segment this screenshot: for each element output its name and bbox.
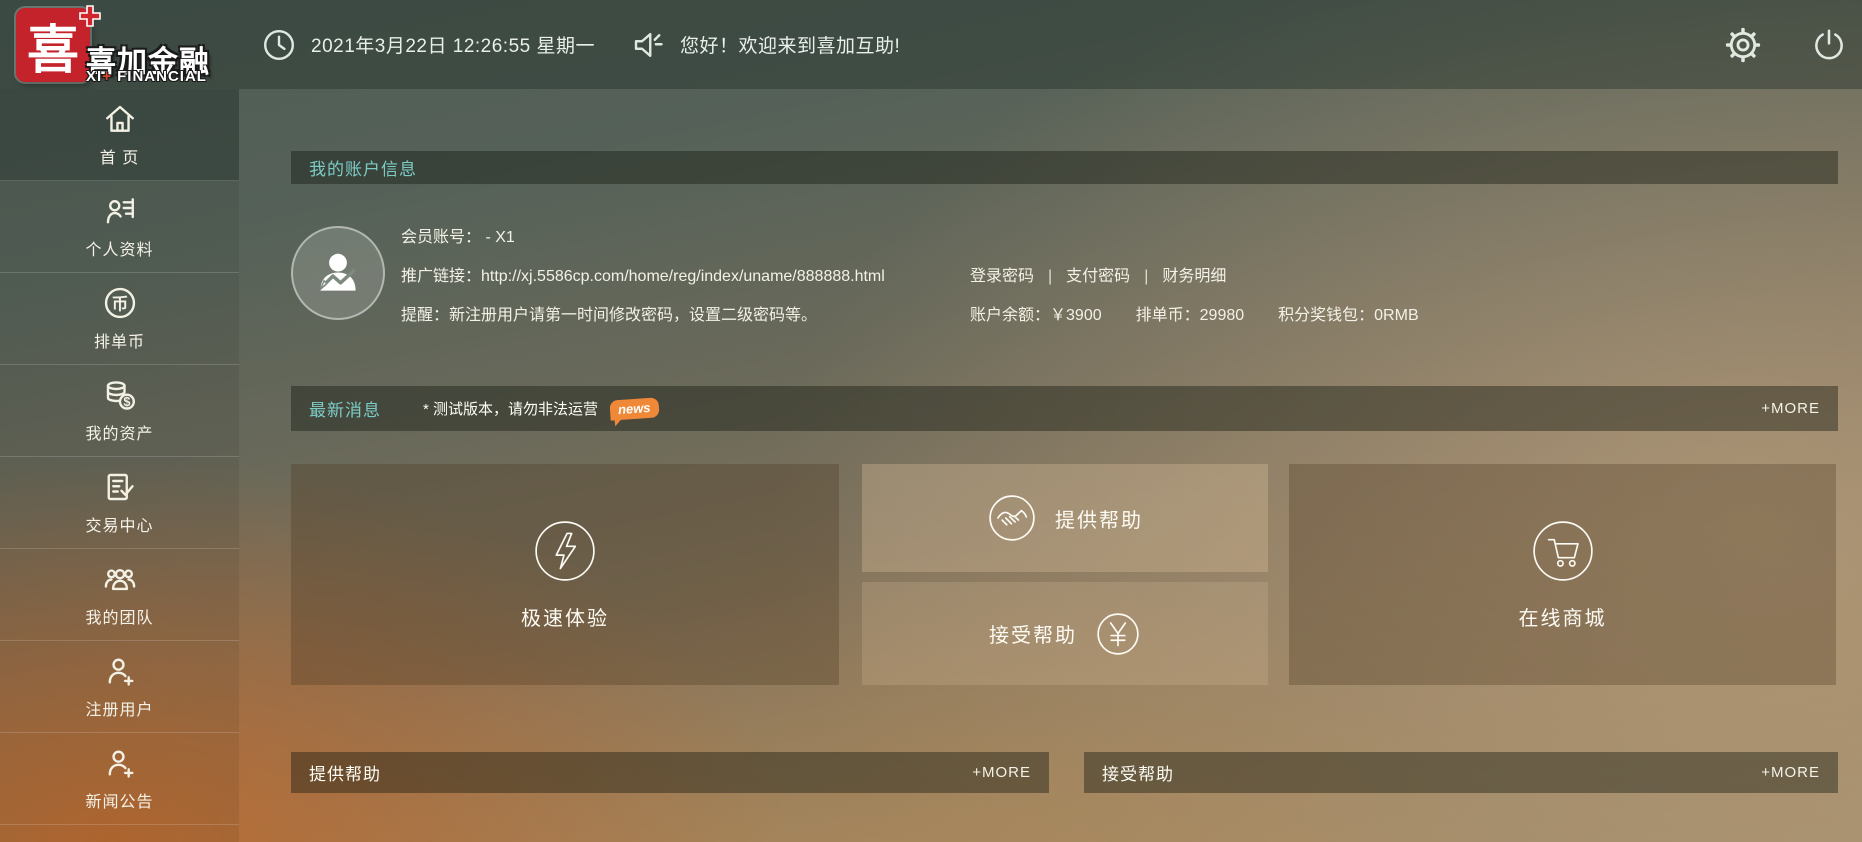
settings-button[interactable] — [1724, 26, 1762, 64]
reminder-text: 提醒：新注册用户请第一时间修改密码，设置二级密码等。 — [401, 301, 817, 325]
sidebar-item-label: 交易中心 — [85, 512, 153, 536]
finance-detail-link[interactable]: 财务明细 — [1162, 268, 1226, 285]
lightning-circle-icon — [532, 518, 598, 584]
link-separator: | — [1048, 268, 1052, 285]
sidebar-item-home[interactable]: 首 页 — [0, 89, 239, 181]
news-panel-header: 最新消息 * 测试版本，请勿非法运营 news +MORE — [291, 386, 1838, 431]
sidebar-item-label: 我的团队 — [85, 604, 153, 628]
top-header: 喜 喜加金融 XI+ FINANCIAL 2021年3月22日 12:26:55… — [0, 0, 1862, 89]
sidebar-item-register-user[interactable]: 注册用户 — [0, 641, 239, 733]
brand-en-rest: FINANCIAL — [112, 68, 207, 85]
provide-help-label: 提供帮助 — [1055, 504, 1143, 533]
news-notice-text: * 测试版本，请勿非法运营 — [423, 398, 598, 419]
sidebar-item-team[interactable]: 我的团队 — [0, 549, 239, 641]
balance-value: ￥3900 — [1050, 307, 1102, 324]
user-add-icon — [102, 745, 138, 781]
sidebar-item-label: 个人资料 — [85, 236, 153, 260]
provide-help-panel-header: 提供帮助 +MORE — [291, 752, 1049, 793]
sidebar-item-trade-center[interactable]: 交易中心 — [0, 457, 239, 549]
balance-label: 账户余额： — [970, 307, 1050, 324]
sidebar-item-label: 新闻公告 — [85, 788, 153, 812]
account-panel-header: 我的账户信息 — [291, 151, 1838, 184]
user-add-icon — [102, 653, 138, 689]
provide-panel-title: 提供帮助 — [309, 760, 381, 785]
points-wallet-stat: 积分奖钱包：0RMB — [1278, 307, 1418, 324]
team-icon — [102, 561, 138, 597]
main-content: 我的账户信息 会员账号： - X1 推广链接：http://xj.5586cp.… — [239, 89, 1862, 842]
trade-doc-icon — [102, 469, 138, 505]
sidebar-item-label: 注册用户 — [85, 696, 153, 720]
profile-card-icon — [102, 193, 138, 229]
clock-icon — [261, 27, 297, 63]
provide-help-card[interactable]: 提供帮助 — [862, 464, 1268, 572]
queue-coin-value: 29980 — [1200, 307, 1245, 324]
coin-circle-icon: 币 — [102, 285, 138, 321]
avatar[interactable] — [291, 226, 385, 320]
sidebar-item-label: 排单币 — [94, 328, 145, 352]
link-separator: | — [1144, 268, 1148, 285]
brand-en-x: XI — [86, 68, 102, 85]
promo-link-url[interactable]: http://xj.5586cp.com/home/reg/index/unam… — [481, 268, 885, 285]
queue-coin-label: 排单币： — [1136, 307, 1200, 324]
mall-card-label: 在线商城 — [1519, 602, 1607, 631]
help-cards-column: 提供帮助 接受帮助 — [862, 464, 1268, 685]
online-mall-card[interactable]: 在线商城 — [1289, 464, 1836, 685]
sidebar-item-label: 首 页 — [100, 144, 139, 168]
speed-experience-card[interactable]: 极速体验 — [291, 464, 839, 685]
logo-red-square: 喜 — [16, 8, 90, 82]
datetime-group: 2021年3月22日 12:26:55 星期一 — [261, 0, 595, 89]
logo-plus-icon — [78, 4, 102, 28]
logo-glyph: 喜 — [27, 8, 79, 83]
datetime-text: 2021年3月22日 12:26:55 星期一 — [311, 31, 595, 58]
news-title: 最新消息 — [309, 396, 381, 421]
login-password-link[interactable]: 登录密码 — [970, 268, 1034, 285]
sidebar-item-profile[interactable]: 个人资料 — [0, 181, 239, 273]
points-wallet-value: 0RMB — [1374, 307, 1418, 324]
pay-password-link[interactable]: 支付密码 — [1066, 268, 1130, 285]
speaker-icon — [630, 27, 666, 63]
news-badge: news — [609, 397, 659, 420]
account-links-row: 登录密码 | 支付密码 | 财务明细 — [970, 262, 1226, 286]
queue-coin-stat: 排单币：29980 — [1136, 307, 1245, 324]
promo-link-label: 推广链接： — [401, 268, 481, 285]
handshake-circle-icon — [987, 493, 1037, 543]
brand-en-plus: + — [102, 68, 112, 85]
account-stats-row: 账户余额：￥3900 排单币：29980 积分奖钱包：0RMB — [970, 301, 1419, 325]
svg-text:$: $ — [123, 394, 130, 409]
sidebar-item-news[interactable]: 新闻公告 — [0, 733, 239, 825]
gear-icon — [1724, 26, 1762, 64]
accept-panel-title: 接受帮助 — [1102, 760, 1174, 785]
app-window: 喜 喜加金融 XI+ FINANCIAL 2021年3月22日 12:26:55… — [0, 0, 1862, 842]
brand-logo[interactable]: 喜 喜加金融 XI+ FINANCIAL — [16, 4, 246, 88]
shortcut-cards-row: 极速体验 提供帮助 接受帮助 — [291, 464, 1838, 685]
accept-help-panel-header: 接受帮助 +MORE — [1084, 752, 1838, 793]
sidebar-item-partial[interactable] — [0, 825, 239, 842]
sidebar-item-queue-coin[interactable]: 币 排单币 — [0, 273, 239, 365]
welcome-text: 您好！欢迎来到喜加互助! — [680, 31, 900, 58]
provide-more-link[interactable]: +MORE — [972, 764, 1031, 781]
accept-help-card[interactable]: 接受帮助 — [862, 582, 1268, 685]
welcome-group: 您好！欢迎来到喜加互助! — [630, 0, 900, 89]
power-button[interactable] — [1810, 26, 1848, 64]
balance-stat: 账户余额：￥3900 — [970, 307, 1102, 324]
promo-link-line: 推广链接：http://xj.5586cp.com/home/reg/index… — [401, 262, 885, 286]
sidebar-nav: 首 页 个人资料 币 排单币 $ 我的资产 交易中心 — [0, 89, 239, 842]
account-panel-title: 我的账户信息 — [309, 155, 417, 180]
sidebar-item-label: 我的资产 — [85, 420, 153, 444]
avatar-person-icon — [307, 242, 369, 304]
home-icon — [102, 101, 138, 137]
brand-name-en: XI+ FINANCIAL — [86, 68, 207, 85]
sidebar-item-assets[interactable]: $ 我的资产 — [0, 365, 239, 457]
points-wallet-label: 积分奖钱包： — [1278, 307, 1374, 324]
speed-card-label: 极速体验 — [521, 602, 609, 631]
news-more-link[interactable]: +MORE — [1761, 400, 1820, 417]
power-icon — [1810, 26, 1848, 64]
accept-more-link[interactable]: +MORE — [1761, 764, 1820, 781]
cart-circle-icon — [1530, 518, 1596, 584]
yen-circle-icon — [1095, 611, 1141, 657]
accept-help-label: 接受帮助 — [989, 619, 1077, 648]
coins-dollar-icon: $ — [102, 377, 138, 413]
svg-text:币: 币 — [111, 294, 128, 313]
member-account-text: 会员账号： - X1 — [401, 223, 515, 247]
